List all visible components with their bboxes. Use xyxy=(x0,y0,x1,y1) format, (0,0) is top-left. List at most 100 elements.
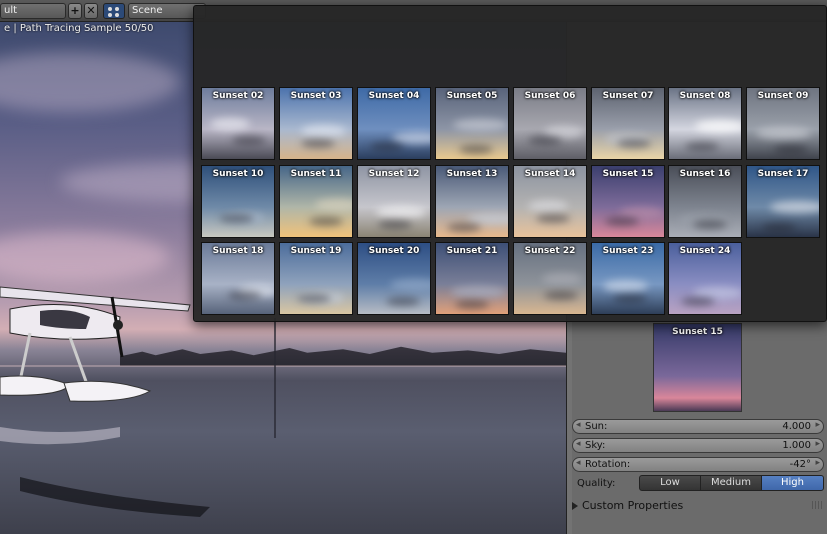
quality-medium-button[interactable]: Medium xyxy=(700,475,762,491)
sky-thumbnail[interactable]: Sunset 15 xyxy=(591,165,665,238)
cloud-shape xyxy=(301,139,335,148)
sky-thumbnail[interactable]: Sunset 23 xyxy=(591,242,665,315)
sky-value: 1.000 xyxy=(782,440,811,451)
sky-strength-slider[interactable]: ◂ Sky: 1.000 ▸ xyxy=(572,438,824,453)
rotation-slider[interactable]: ◂ Rotation: -42° ▸ xyxy=(572,457,824,472)
custom-properties-label: Custom Properties xyxy=(582,499,684,512)
sky-thumbnail[interactable]: Sunset 13 xyxy=(435,165,509,238)
sky-thumbnail[interactable]: Sunset 21 xyxy=(435,242,509,315)
thumbnail-label: Sunset 18 xyxy=(212,246,264,256)
sky-thumbnail[interactable]: Sunset 07 xyxy=(591,87,665,160)
cloud-shape xyxy=(455,300,489,309)
cloud-shape xyxy=(315,199,352,211)
decrement-icon[interactable]: ◂ xyxy=(576,458,581,468)
sky-thumbnail[interactable]: Sunset 20 xyxy=(357,242,431,315)
cloud-shape xyxy=(453,119,508,131)
cloud-shape xyxy=(370,142,404,151)
delete-screen-button[interactable]: ✕ xyxy=(84,3,98,19)
thumbnail-label: Sunset 13 xyxy=(446,169,498,179)
thumbnail-label: Sunset 24 xyxy=(679,246,731,256)
thumbnail-label: Sunset 15 xyxy=(602,169,654,179)
drag-grip-icon[interactable] xyxy=(812,501,822,509)
cloud-shape xyxy=(528,200,568,212)
cloud-shape xyxy=(605,217,639,226)
sky-thumbnail[interactable]: Sunset 12 xyxy=(357,165,431,238)
cloud-shape xyxy=(297,294,331,303)
cloud-shape xyxy=(536,214,570,223)
sky-thumbnail[interactable]: Sunset 04 xyxy=(357,87,431,160)
mast xyxy=(274,318,276,438)
thumbnail-label: Sunset 19 xyxy=(290,246,342,256)
thumbnail-label: Sunset 07 xyxy=(602,91,654,101)
cloud-shape xyxy=(756,127,811,139)
cloud-shape xyxy=(390,279,430,291)
sun-value: 4.000 xyxy=(782,421,811,432)
thumbnail-label: Sunset 02 xyxy=(212,91,264,101)
screen-layout-field[interactable]: ult xyxy=(0,3,66,19)
sky-thumbnail[interactable]: Sunset 03 xyxy=(279,87,353,160)
cloud-shape xyxy=(210,118,250,130)
sky-thumbnail[interactable]: Sunset 24 xyxy=(668,242,742,315)
sky-thumbnail[interactable]: Sunset 22 xyxy=(513,242,587,315)
sky-thumbnail[interactable]: Sunset 06 xyxy=(513,87,587,160)
sky-thumbnail[interactable]: Sunset 17 xyxy=(746,165,820,238)
thumbnail-label: Sunset 06 xyxy=(524,91,576,101)
render-status: e | Path Tracing Sample 50/50 xyxy=(4,23,154,34)
quality-low-button[interactable]: Low xyxy=(639,475,701,491)
cloud-shape xyxy=(774,145,808,154)
thumbnail-label: Sunset 10 xyxy=(212,169,264,179)
sky-thumbnail[interactable]: Sunset 19 xyxy=(279,242,353,315)
rotation-label: Rotation: xyxy=(585,459,631,470)
cloud-shape xyxy=(232,136,266,145)
sun-strength-slider[interactable]: ◂ Sun: 4.000 ▸ xyxy=(572,419,824,434)
decrement-icon[interactable]: ◂ xyxy=(576,420,581,430)
cloud-shape xyxy=(309,217,343,226)
sky-thumbnail[interactable]: Sunset 09 xyxy=(746,87,820,160)
thumbnail-label: Sunset 09 xyxy=(757,91,809,101)
sky-thumbnail[interactable]: Sunset 18 xyxy=(201,242,275,315)
cloud-shape xyxy=(685,142,719,151)
cloud-shape xyxy=(693,220,727,229)
sky-thumbnail[interactable]: Sunset 10 xyxy=(201,165,275,238)
cloud-shape xyxy=(447,223,481,232)
thumbnail-label: Sunset 20 xyxy=(368,246,420,256)
thumbnail-label: Sunset 08 xyxy=(679,91,731,101)
cloud-shape xyxy=(376,206,426,218)
thumbnail-label: Sunset 23 xyxy=(602,246,654,256)
thumbnail-label: Sunset 21 xyxy=(446,246,498,256)
cloud-shape xyxy=(695,120,741,132)
thumbnail-label: Sunset 22 xyxy=(524,246,576,256)
sky-thumbnail[interactable]: Sunset 05 xyxy=(435,87,509,160)
scene-icon[interactable] xyxy=(103,3,125,19)
increment-icon[interactable]: ▸ xyxy=(815,439,820,449)
custom-properties-panel[interactable]: Custom Properties xyxy=(572,499,824,513)
thumbnail-label: Sunset 04 xyxy=(368,91,420,101)
sky-thumbnail[interactable]: Sunset 02 xyxy=(201,87,275,160)
increment-icon[interactable]: ▸ xyxy=(815,458,820,468)
expand-triangle-icon[interactable] xyxy=(572,502,578,510)
selected-preview[interactable]: Sunset 15 xyxy=(653,323,742,412)
cloud-shape xyxy=(544,291,578,300)
sky-preset-gallery: Sunset 02 Sunset 03 Sunset 04 Sunset 05 Suns… xyxy=(193,5,827,322)
increment-icon[interactable]: ▸ xyxy=(815,420,820,430)
thumbnail-label: Sunset 11 xyxy=(290,169,342,179)
cloud-shape xyxy=(301,125,346,137)
add-screen-button[interactable]: + xyxy=(68,3,82,19)
sky-thumbnail[interactable]: Sunset 11 xyxy=(279,165,353,238)
sky-thumbnail[interactable]: Sunset 16 xyxy=(668,165,742,238)
sky-thumbnail[interactable]: Sunset 08 xyxy=(668,87,742,160)
quality-label: Quality: xyxy=(577,478,616,489)
sky-thumbnail[interactable]: Sunset 14 xyxy=(513,165,587,238)
thumbnail-label: Sunset 14 xyxy=(524,169,576,179)
sky-label: Sky: xyxy=(585,440,606,451)
cloud-shape xyxy=(770,201,819,213)
thumbnail-label: Sunset 12 xyxy=(368,169,420,179)
cloud-shape xyxy=(681,297,715,306)
quality-high-button[interactable]: High xyxy=(761,475,824,491)
cloud-shape xyxy=(228,291,262,300)
preview-image xyxy=(654,324,741,411)
decrement-icon[interactable]: ◂ xyxy=(576,439,581,449)
cloud-shape xyxy=(603,280,648,292)
sun-label: Sun: xyxy=(585,421,608,432)
cloud-shape xyxy=(220,214,254,223)
